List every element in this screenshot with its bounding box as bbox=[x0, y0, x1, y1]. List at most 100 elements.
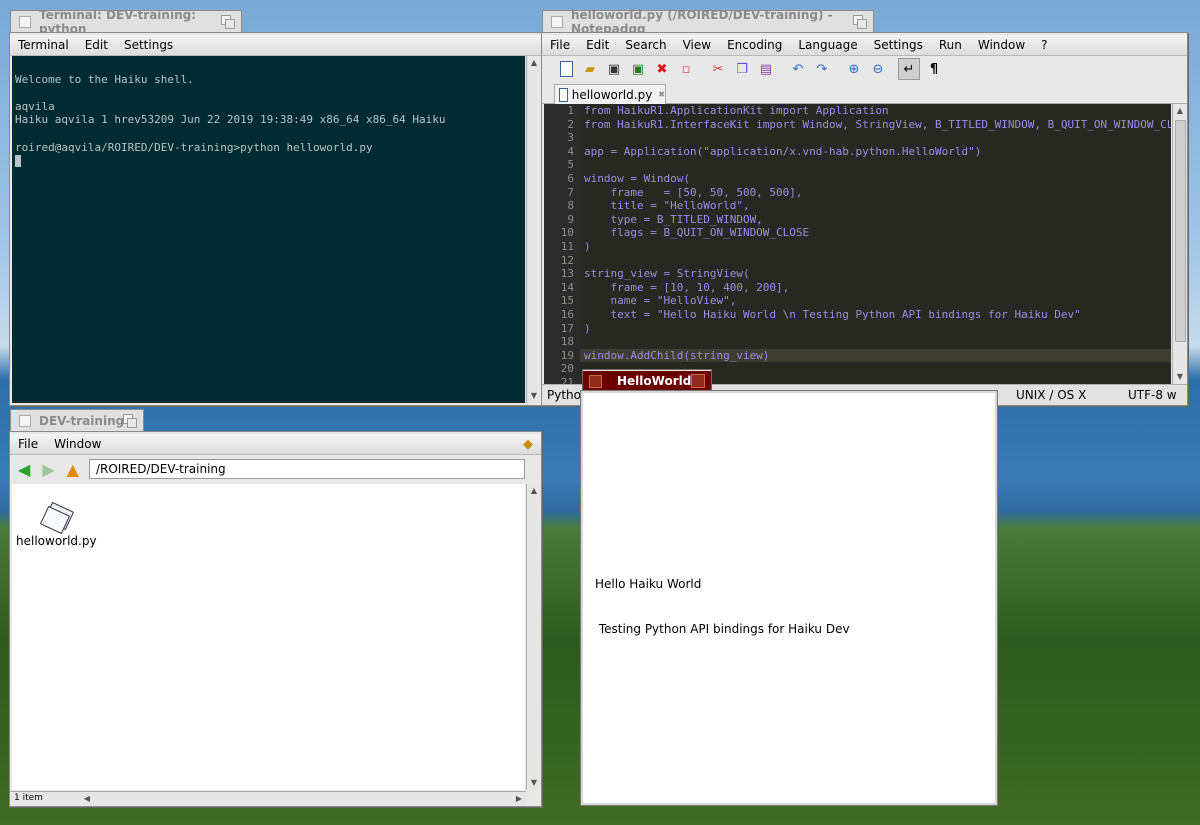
scroll-right-icon[interactable]: ▶ bbox=[512, 792, 526, 806]
status-eol[interactable]: UNIX / OS X bbox=[1016, 388, 1086, 402]
terminal-line: aqvila bbox=[15, 99, 55, 113]
line-number: 12 bbox=[560, 253, 574, 267]
terminal-scrollbar[interactable]: ▲ ▼ bbox=[526, 56, 541, 403]
back-arrow-icon[interactable]: ◀ bbox=[18, 460, 30, 479]
zoom-button[interactable] bbox=[221, 15, 235, 29]
menu-terminal[interactable]: Terminal bbox=[10, 38, 77, 52]
scroll-down-icon[interactable]: ▼ bbox=[527, 389, 541, 403]
zoom-button[interactable] bbox=[853, 15, 867, 29]
menu-help[interactable]: ? bbox=[1033, 38, 1055, 52]
helloworld-title-tab[interactable]: HelloWorld bbox=[582, 369, 712, 391]
editor-window: File Edit Search View Encoding Language … bbox=[541, 32, 1188, 406]
scroll-up-icon[interactable]: ▲ bbox=[527, 484, 541, 498]
menu-edit[interactable]: Edit bbox=[578, 38, 617, 52]
close-file-icon[interactable]: ✖ bbox=[652, 59, 672, 79]
open-folder-icon[interactable]: ▰ bbox=[580, 59, 600, 79]
tracker-title-tab[interactable]: DEV-training bbox=[10, 409, 144, 431]
zoom-out-icon[interactable]: ⊖ bbox=[868, 59, 888, 79]
save-icon[interactable]: ▣ bbox=[604, 59, 624, 79]
undo-icon[interactable]: ↶ bbox=[788, 59, 808, 79]
save-all-icon[interactable]: ▣ bbox=[628, 59, 648, 79]
editor-tab-label: helloworld.py bbox=[571, 87, 653, 102]
tracker-vscrollbar[interactable]: ▲ ▼ bbox=[526, 484, 541, 790]
code-area[interactable]: 1 2 3 4 5 6 7 8 9 10 11 12 13 14 15 16 17 18 19 20 21 from H… bbox=[544, 104, 1171, 384]
line-number: 4 bbox=[567, 144, 574, 158]
menu-language[interactable]: Language bbox=[790, 38, 865, 52]
menu-encoding[interactable]: Encoding bbox=[719, 38, 790, 52]
tab-close-icon[interactable]: ✖ bbox=[658, 90, 665, 99]
terminal-output[interactable]: Welcome to the Haiku shell. aqvila Haiku… bbox=[12, 56, 525, 403]
scroll-down-icon[interactable]: ▼ bbox=[1173, 370, 1187, 384]
show-all-chars-icon[interactable]: ¶ bbox=[924, 59, 944, 79]
forward-arrow-icon[interactable]: ▶ bbox=[42, 460, 54, 479]
helloworld-title: HelloWorld bbox=[617, 373, 692, 388]
menu-view[interactable]: View bbox=[675, 38, 719, 52]
zoom-button[interactable] bbox=[691, 374, 705, 388]
editor-scrollbar[interactable]: ▲ ▼ bbox=[1172, 104, 1187, 384]
code-line: frame = [10, 10, 400, 200], bbox=[584, 280, 790, 294]
up-arrow-icon[interactable]: ▲ bbox=[67, 460, 79, 479]
menu-window[interactable]: Window bbox=[46, 437, 109, 451]
helloworld-window: Hello Haiku World Testing Python API bin… bbox=[580, 390, 998, 806]
file-area[interactable]: helloworld.py bbox=[12, 484, 525, 790]
tracker-menubar: File Window ◆ bbox=[10, 434, 541, 455]
scroll-left-icon[interactable]: ◀ bbox=[80, 792, 94, 806]
new-file-icon[interactable] bbox=[556, 59, 576, 79]
code-line: name = "HelloView", bbox=[584, 294, 737, 308]
file-item[interactable]: helloworld.py bbox=[16, 501, 97, 548]
testing-line: Testing Python API bindings for Haiku De… bbox=[595, 622, 850, 636]
scroll-down-icon[interactable]: ▼ bbox=[527, 776, 541, 790]
redo-icon[interactable]: ↷ bbox=[812, 59, 832, 79]
code-line: from HaikuR1.InterfaceKit import Window,… bbox=[584, 117, 1171, 131]
close-button[interactable] bbox=[19, 16, 31, 28]
line-number: 20 bbox=[560, 362, 574, 376]
word-wrap-icon[interactable]: ↵ bbox=[898, 58, 920, 80]
line-number: 16 bbox=[560, 307, 574, 321]
paste-icon[interactable]: ▤ bbox=[756, 59, 776, 79]
cut-icon[interactable]: ✂ bbox=[708, 59, 728, 79]
menu-edit[interactable]: Edit bbox=[77, 38, 116, 52]
menu-file[interactable]: File bbox=[10, 437, 46, 451]
copy-icon[interactable]: ❐ bbox=[732, 59, 752, 79]
code-line: window.AddChild(string_view) bbox=[584, 348, 770, 362]
line-number: 1 bbox=[567, 104, 574, 117]
line-number: 13 bbox=[560, 267, 574, 281]
line-number: 21 bbox=[560, 375, 574, 384]
path-field[interactable]: /ROIRED/DEV-training bbox=[88, 459, 525, 479]
hello-line: Hello Haiku World bbox=[595, 577, 702, 591]
zoom-in-icon[interactable]: ⊕ bbox=[844, 59, 864, 79]
menu-run[interactable]: Run bbox=[931, 38, 970, 52]
terminal-menubar: Terminal Edit Settings bbox=[10, 35, 541, 56]
menu-search[interactable]: Search bbox=[617, 38, 674, 52]
scroll-up-icon[interactable]: ▲ bbox=[1173, 104, 1187, 118]
editor-toolbar: ▰ ▣ ▣ ✖ ▫ ✂ ❐ ▤ ↶ ↷ ⊕ ⊖ ↵ ¶ bbox=[554, 57, 946, 81]
close-button[interactable] bbox=[19, 415, 31, 427]
close-button[interactable] bbox=[589, 375, 602, 388]
menu-settings[interactable]: Settings bbox=[116, 38, 181, 52]
file-icon bbox=[559, 87, 568, 102]
document-icon bbox=[39, 501, 75, 535]
scroll-up-icon[interactable]: ▲ bbox=[527, 56, 541, 70]
terminal-title-tab[interactable]: Terminal: DEV-training: python bbox=[10, 8, 242, 36]
line-number: 9 bbox=[567, 212, 574, 226]
close-button[interactable] bbox=[551, 16, 563, 28]
code-line: app = Application("application/x.vnd-hab… bbox=[584, 144, 982, 158]
menu-file[interactable]: File bbox=[542, 38, 578, 52]
scroll-thumb[interactable] bbox=[1175, 120, 1186, 342]
code-line: ) bbox=[584, 321, 591, 335]
item-count: 1 item bbox=[14, 793, 43, 803]
line-number: 8 bbox=[567, 199, 574, 213]
tracker-hscrollbar[interactable]: 1 item ◀ ▶ bbox=[10, 791, 526, 806]
tracker-title: DEV-training bbox=[39, 413, 125, 428]
zoom-button[interactable] bbox=[123, 414, 137, 428]
menu-settings[interactable]: Settings bbox=[866, 38, 931, 52]
close-all-icon[interactable]: ▫ bbox=[676, 59, 696, 79]
editor-tab[interactable]: helloworld.py ✖ bbox=[554, 84, 666, 104]
menu-window[interactable]: Window bbox=[970, 38, 1033, 52]
status-encoding[interactable]: UTF-8 w bbox=[1128, 388, 1177, 402]
editor-title-tab[interactable]: helloworld.py (/ROIRED/DEV-training) - N… bbox=[542, 8, 874, 36]
